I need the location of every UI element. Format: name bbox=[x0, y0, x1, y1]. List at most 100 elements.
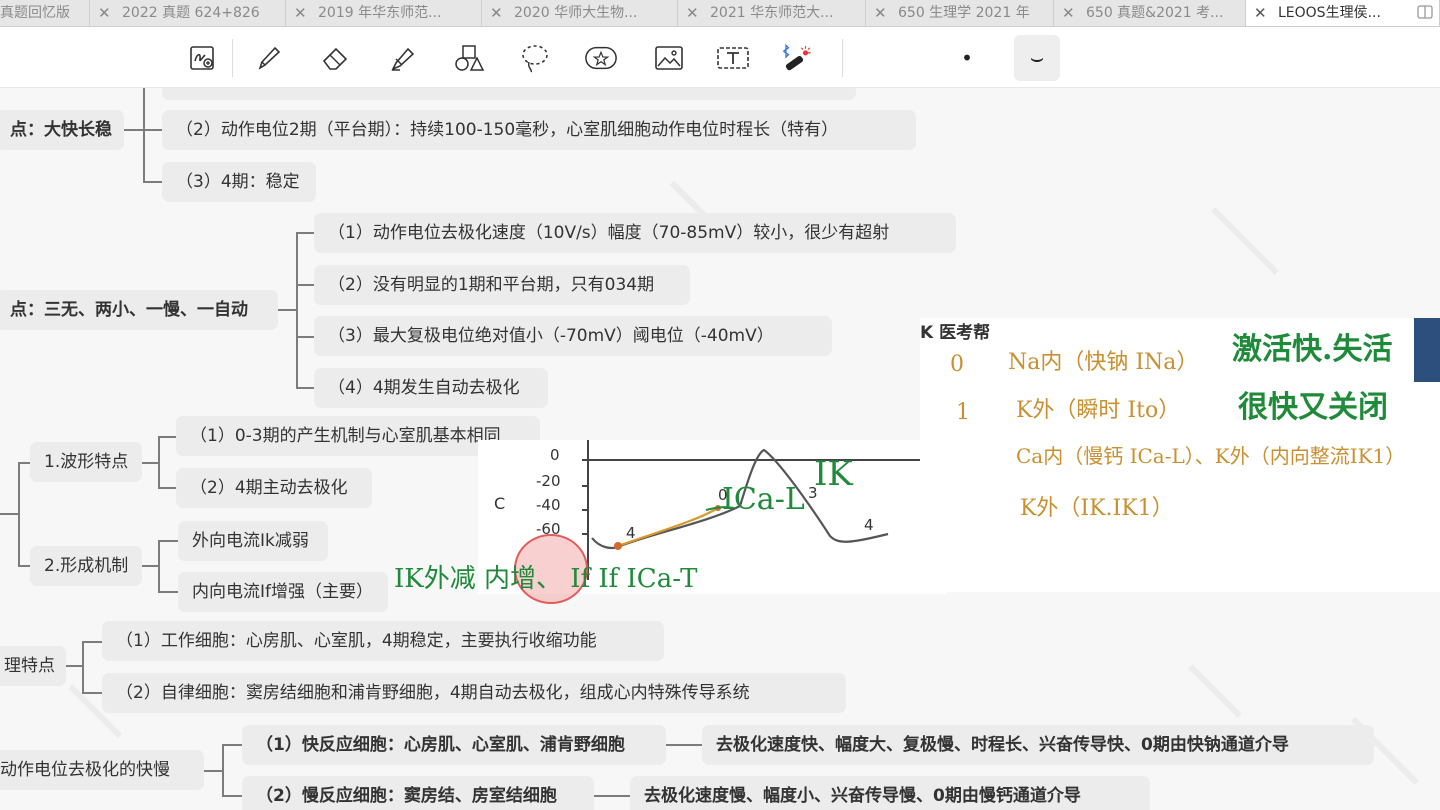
phase-number: 0 bbox=[950, 352, 964, 377]
phase-label: 4 bbox=[864, 516, 874, 534]
lasso-icon[interactable] bbox=[518, 41, 552, 75]
handwritten-ik: IK bbox=[814, 454, 853, 494]
stroke-style-icon[interactable]: ⌣ bbox=[1014, 35, 1060, 81]
node-text: （1）快反应细胞：心房肌、心室肌、浦肯野细胞 bbox=[256, 735, 625, 755]
mindmap-node-waveform[interactable]: 1.波形特点 bbox=[30, 442, 142, 482]
close-icon[interactable]: ✕ bbox=[490, 0, 503, 26]
tab-8-active[interactable]: ✕ LEOOS生理侯... bbox=[1246, 0, 1440, 26]
node-text: 动作电位去极化的快慢 bbox=[0, 760, 170, 780]
node-text: （1）动作电位去极化速度（10V/s）幅度（70-85mV）较小，很少有超射 bbox=[328, 223, 890, 243]
text-zoom-icon[interactable] bbox=[186, 41, 220, 75]
note-text: Na内（快钠 INa） bbox=[1008, 350, 1199, 375]
mindmap-node-fast-features[interactable]: 点：大快长稳 bbox=[0, 110, 124, 150]
eraser-icon[interactable] bbox=[318, 41, 352, 75]
mindmap-node[interactable]: （2）自律细胞：窦房结细胞和浦肯野细胞，4期自动去极化，组成心内特殊传导系统 bbox=[102, 673, 846, 713]
image-icon[interactable] bbox=[652, 41, 686, 75]
node-text: （1）0-3期的产生机制与心室肌基本相同 bbox=[190, 426, 501, 446]
node-text: （2）慢反应细胞：窦房结、房室结细胞 bbox=[256, 786, 557, 806]
mindmap-node[interactable] bbox=[162, 88, 856, 100]
handwritten-ical: ICa-L bbox=[722, 482, 805, 517]
node-text: 1.波形特点 bbox=[44, 452, 129, 472]
mindmap-node[interactable]: （1）快反应细胞：心房肌、心室肌、浦肯野细胞 bbox=[242, 725, 666, 765]
mindmap-node[interactable]: （1）动作电位去极化速度（10V/s）幅度（70-85mV）较小，很少有超射 bbox=[314, 213, 956, 253]
tab-bar: 真题回忆版 ✕ 2022 真题 624+826 ✕ 2019 年华东师范... ✕ 2… bbox=[0, 0, 1440, 27]
mindmap-node[interactable]: （2）4期主动去极化 bbox=[176, 468, 372, 508]
pen-icon[interactable] bbox=[252, 41, 286, 75]
close-icon[interactable]: ✕ bbox=[686, 0, 699, 26]
mindmap-node[interactable]: （2）慢反应细胞：窦房结、房室结细胞 bbox=[242, 776, 594, 810]
tab-label: LEOOS生理侯... bbox=[1278, 5, 1381, 21]
node-text: 点：三无、两小、一慢、一自动 bbox=[10, 300, 248, 320]
mindmap-node-depolarization[interactable]: 动作电位去极化的快慢 bbox=[0, 750, 204, 790]
node-text: 外向电流Ik减弱 bbox=[192, 531, 309, 551]
node-text: 点：大快长稳 bbox=[10, 120, 112, 140]
node-text: （2）4期主动去极化 bbox=[190, 478, 348, 498]
close-icon[interactable]: ✕ bbox=[98, 0, 111, 26]
tab-label: 650 生理学 2021 年 bbox=[898, 5, 1030, 21]
tab-label: 2020 华师大生物... bbox=[514, 5, 638, 21]
note-comment: 很快又关闭 bbox=[1238, 390, 1388, 425]
handwritten-notes-image: K 医考帮 0 Na内（快钠 INa） 激活快.失活 1 K外（瞬时 Ito） … bbox=[920, 318, 1440, 592]
highlighter-icon[interactable] bbox=[386, 41, 420, 75]
split-view-icon[interactable] bbox=[1417, 4, 1433, 20]
node-text: （1）工作细胞：心房肌、心室肌，4期稳定，主要执行收缩功能 bbox=[116, 631, 597, 651]
mindmap-node-slow-features[interactable]: 点：三无、两小、一慢、一自动 bbox=[0, 290, 278, 330]
close-icon[interactable]: ✕ bbox=[294, 0, 307, 26]
note-comment: 激活快.失活 bbox=[1232, 332, 1393, 367]
phase-number: 1 bbox=[956, 400, 970, 425]
note-text: K外（瞬时 Ito） bbox=[1016, 398, 1181, 423]
node-text: 2.形成机制 bbox=[44, 556, 129, 576]
tab-label: 650 真题&2021 考... bbox=[1086, 5, 1224, 21]
phase-label: 4 bbox=[626, 524, 636, 542]
node-text: 理特点 bbox=[4, 656, 55, 676]
mindmap-node[interactable]: （2）动作电位2期（平台期）：持续100-150毫秒，心室肌细胞动作电位时程长（… bbox=[162, 110, 916, 150]
tab-1[interactable]: 真题回忆版 bbox=[0, 0, 90, 26]
tab-2[interactable]: ✕ 2022 真题 624+826 bbox=[90, 0, 286, 26]
mindmap-node-mechanism[interactable]: 2.形成机制 bbox=[30, 546, 142, 586]
tab-5[interactable]: ✕ 2021 华东师范大... bbox=[678, 0, 866, 26]
close-icon[interactable]: ✕ bbox=[874, 0, 887, 26]
axis-label: C bbox=[494, 494, 506, 513]
node-text: （2）没有明显的1期和平台期，只有034期 bbox=[328, 275, 655, 295]
note-text: K外（IK.IK1） bbox=[1020, 496, 1174, 521]
tab-label: 真题回忆版 bbox=[0, 5, 70, 21]
node-text: （3）最大复极电位绝对值小（-70mV）阈电位（-40mV） bbox=[328, 326, 774, 346]
mindmap-node[interactable]: 去极化速度快、幅度大、复极慢、时程长、兴奋传导快、0期由快钠通道介导 bbox=[702, 725, 1374, 765]
mindmap-node[interactable]: 去极化速度慢、幅度小、兴奋传导慢、0期由慢钙通道介导 bbox=[630, 776, 1150, 810]
tick-label: 0 bbox=[550, 446, 560, 464]
note-text: Ca内（慢钙 ICa-L）、K外（内向整流IK1） bbox=[1016, 444, 1406, 468]
mindmap-node[interactable]: 内向电流If增强（主要） bbox=[178, 572, 388, 612]
tab-label: 2021 华东师范大... bbox=[710, 5, 834, 21]
mindmap-node[interactable]: （2）没有明显的1期和平台期，只有034期 bbox=[314, 265, 690, 305]
tab-label: 2022 真题 624+826 bbox=[122, 5, 260, 21]
mindmap-node[interactable]: 外向电流Ik减弱 bbox=[178, 521, 328, 561]
mindmap-node[interactable]: （4）4期发生自动去极化 bbox=[314, 368, 548, 408]
tab-7[interactable]: ✕ 650 真题&2021 考... bbox=[1054, 0, 1246, 26]
tick-label: -40 bbox=[536, 496, 561, 514]
text-box-icon[interactable] bbox=[716, 41, 750, 75]
node-text: 去极化速度慢、幅度小、兴奋传导慢、0期由慢钙通道介导 bbox=[644, 786, 1081, 806]
node-text: 内向电流If增强（主要） bbox=[192, 582, 373, 602]
node-text: 去极化速度快、幅度大、复极慢、时程长、兴奋传导快、0期由快钠通道介导 bbox=[716, 735, 1289, 755]
shapes-icon[interactable] bbox=[452, 41, 486, 75]
close-icon[interactable]: ✕ bbox=[1062, 0, 1075, 26]
node-text: （4）4期发生自动去极化 bbox=[328, 378, 520, 398]
dot-size-icon[interactable]: • bbox=[950, 41, 984, 75]
tab-label: 2019 年华东师范... bbox=[318, 5, 442, 21]
tab-4[interactable]: ✕ 2020 华师大生物... bbox=[482, 0, 678, 26]
mindmap-node[interactable]: （1）工作细胞：心房肌、心室肌，4期稳定，主要执行收缩功能 bbox=[102, 621, 664, 661]
mindmap-node[interactable]: （3）最大复极电位绝对值小（-70mV）阈电位（-40mV） bbox=[314, 316, 832, 356]
close-icon[interactable]: ✕ bbox=[1254, 0, 1267, 26]
sticker-icon[interactable] bbox=[584, 41, 618, 75]
bluetooth-laser-icon[interactable] bbox=[780, 41, 814, 75]
handwritten-note: IK外减 内增、 If If ICa-T bbox=[394, 564, 698, 594]
tab-6[interactable]: ✕ 650 生理学 2021 年 bbox=[866, 0, 1054, 26]
tab-3[interactable]: ✕ 2019 年华东师范... bbox=[286, 0, 482, 26]
thumbnail bbox=[1414, 318, 1440, 382]
mindmap-canvas: 点：大快长稳 （2）动作电位2期（平台期）：持续100-150毫秒，心室肌细胞动… bbox=[0, 88, 1440, 810]
mindmap-node-physiology[interactable]: 理特点 bbox=[0, 646, 66, 686]
mindmap-node[interactable]: （3）4期：稳定 bbox=[162, 162, 316, 202]
node-text: （2）动作电位2期（平台期）：持续100-150毫秒，心室肌细胞动作电位时程长（… bbox=[176, 120, 839, 140]
brand-logo: K 医考帮 bbox=[920, 323, 991, 343]
annotation-toolbar: • ⌣ bbox=[0, 27, 1440, 88]
